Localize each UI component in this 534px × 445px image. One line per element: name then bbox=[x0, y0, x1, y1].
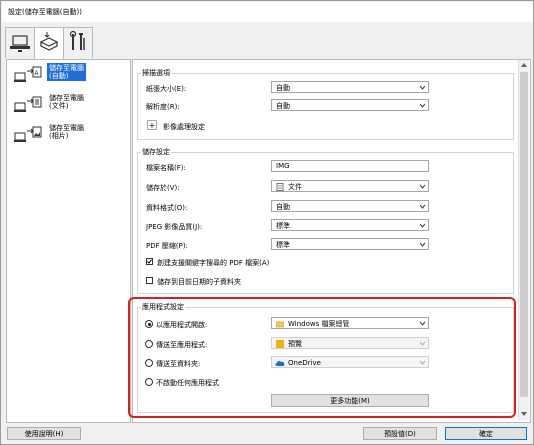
filename-input[interactable]: IMG bbox=[271, 160, 429, 172]
filename-value: IMG bbox=[276, 162, 290, 170]
filename-label: 檔案名稱(F): bbox=[146, 164, 186, 172]
tab-general-settings[interactable] bbox=[63, 27, 93, 58]
save-in-value: 文件 bbox=[288, 183, 302, 191]
sidebar-item-label: 儲存至電腦 (文件) bbox=[49, 94, 84, 110]
data-format-value: 自動 bbox=[276, 203, 290, 211]
checkmark-icon bbox=[147, 259, 152, 264]
chevron-down-icon bbox=[420, 223, 425, 228]
ok-button[interactable]: 確定 bbox=[445, 427, 527, 440]
data-format-select[interactable]: 自動 bbox=[271, 200, 429, 212]
highlight-box bbox=[128, 297, 516, 418]
sidebar-item-label: 儲存至電腦 (相片) bbox=[49, 124, 84, 140]
paper-size-label: 紙張大小(E): bbox=[146, 85, 187, 93]
paper-size-select[interactable]: 自動 bbox=[271, 81, 429, 93]
jpeg-quality-select[interactable]: 標準 bbox=[271, 219, 429, 231]
resolution-select[interactable]: 自動 bbox=[271, 99, 429, 111]
chevron-down-icon bbox=[420, 85, 425, 90]
subfolder-label: 儲存到目前日期的子資料夾 bbox=[157, 278, 241, 286]
scanner-icon bbox=[39, 32, 59, 51]
pdf-compression-label: PDF 壓縮(P): bbox=[146, 242, 188, 250]
settings-window: 設定(儲存至電腦(自動)) A 儲存至電腦 (自動) 儲存至電腦 (文件) 儲存… bbox=[0, 0, 534, 445]
pdf-compression-value: 標準 bbox=[276, 241, 290, 249]
paper-size-value: 自動 bbox=[276, 84, 290, 92]
document-folder-icon bbox=[276, 183, 284, 191]
chevron-down-icon bbox=[420, 204, 425, 209]
save-to-computer-icon: A bbox=[14, 66, 42, 82]
defaults-button[interactable]: 預設值(D) bbox=[363, 427, 437, 440]
chevron-down-icon bbox=[420, 184, 425, 189]
image-processing-label: 影像處理設定 bbox=[163, 123, 205, 131]
scroll-up-icon[interactable] bbox=[521, 63, 527, 67]
svg-text:A: A bbox=[35, 71, 39, 77]
searchable-pdf-checkbox[interactable] bbox=[146, 258, 153, 265]
sidebar: A 儲存至電腦 (自動) 儲存至電腦 (文件) 儲存至電腦 (相片) bbox=[6, 59, 131, 423]
computer-scan-icon bbox=[10, 35, 30, 52]
vertical-scrollbar[interactable] bbox=[518, 60, 529, 420]
data-format-label: 資料格式(O): bbox=[146, 204, 188, 212]
sidebar-item-save-document[interactable]: 儲存至電腦 (文件) bbox=[9, 93, 127, 119]
window-title: 設定(儲存至電腦(自動)) bbox=[8, 8, 82, 16]
title-bar: 設定(儲存至電腦(自動)) bbox=[2, 2, 533, 22]
chevron-down-icon bbox=[420, 103, 425, 108]
tab-scan-from-operation-panel[interactable] bbox=[34, 27, 64, 60]
scrollbar-thumb[interactable] bbox=[520, 72, 528, 397]
resolution-value: 自動 bbox=[276, 102, 290, 110]
resolution-label: 解析度(R): bbox=[146, 103, 180, 111]
scan-options-title: 掃描選項 bbox=[141, 68, 171, 78]
searchable-pdf-label: 創建支援關鍵字搜尋的 PDF 檔案(A) bbox=[157, 259, 270, 267]
jpeg-quality-label: JPEG 影像品質(J): bbox=[146, 223, 203, 231]
sidebar-item-save-auto[interactable]: A 儲存至電腦 (自動) bbox=[9, 63, 127, 89]
jpeg-quality-value: 標準 bbox=[276, 222, 290, 230]
chevron-down-icon bbox=[420, 242, 425, 247]
save-document-icon bbox=[14, 96, 42, 112]
save-in-label: 儲存於(V): bbox=[146, 184, 180, 192]
sidebar-item-label: 儲存至電腦 (自動) bbox=[47, 63, 86, 81]
save-settings-title: 儲存設定 bbox=[141, 147, 171, 157]
save-in-select[interactable]: 文件 bbox=[271, 180, 429, 192]
tools-icon bbox=[69, 30, 85, 50]
save-photo-icon bbox=[14, 126, 42, 142]
plus-icon: + bbox=[148, 121, 156, 130]
expand-image-processing-button[interactable]: + bbox=[147, 120, 157, 130]
scroll-down-icon[interactable] bbox=[521, 412, 527, 416]
tab-scan-from-computer[interactable] bbox=[5, 27, 35, 58]
help-button[interactable]: 使用說明(H) bbox=[7, 427, 81, 440]
pdf-compression-select[interactable]: 標準 bbox=[271, 238, 429, 250]
subfolder-checkbox[interactable] bbox=[146, 277, 153, 284]
sidebar-item-save-photo[interactable]: 儲存至電腦 (相片) bbox=[9, 123, 127, 149]
